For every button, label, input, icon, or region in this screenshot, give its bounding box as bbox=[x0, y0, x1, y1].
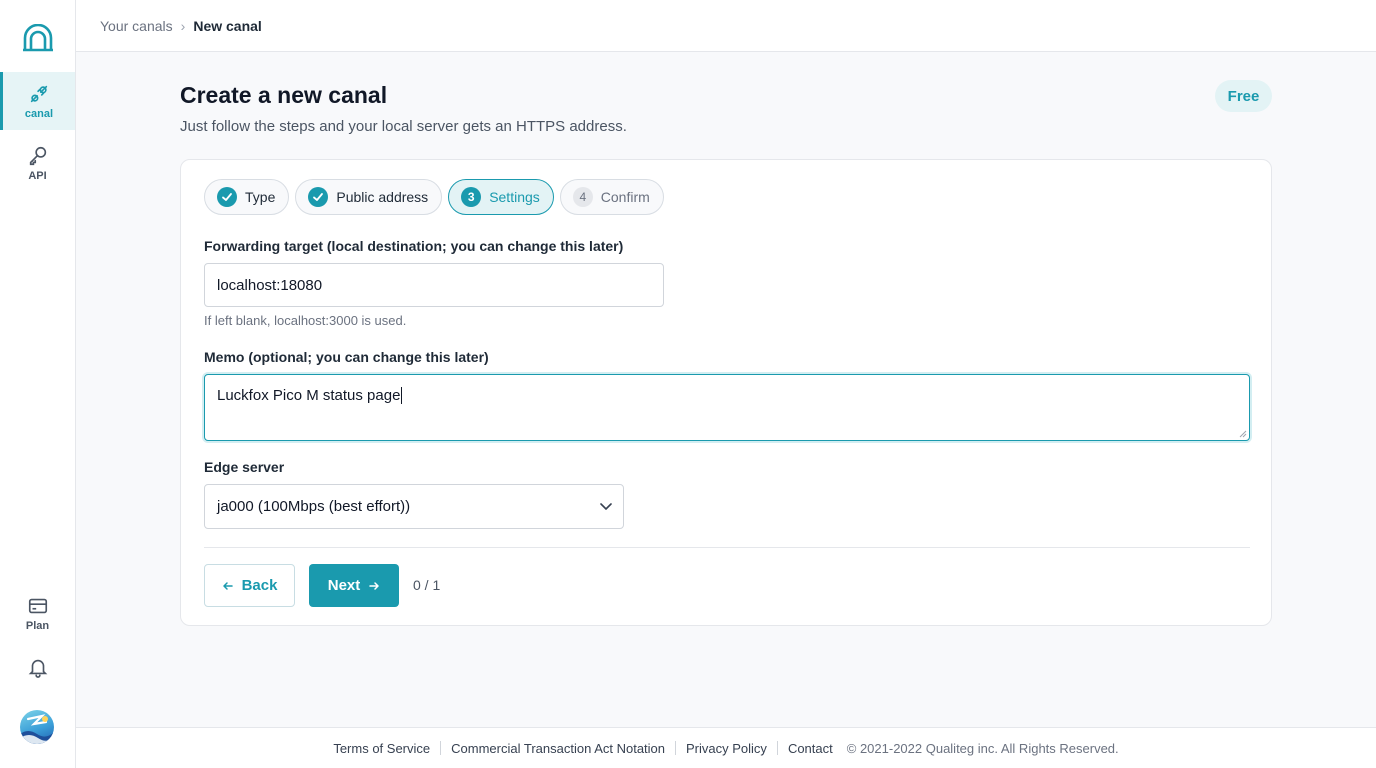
forwarding-target-value: localhost:18080 bbox=[217, 276, 323, 294]
arrow-left-icon bbox=[222, 581, 233, 590]
back-button-label: Back bbox=[241, 577, 278, 594]
chevron-down-icon bbox=[600, 503, 612, 510]
memo-value: Luckfox Pico M status page bbox=[217, 387, 401, 404]
wizard-card: Type Public address 3 Settings 4 Confirm… bbox=[180, 159, 1272, 626]
back-button[interactable]: Back bbox=[204, 564, 295, 607]
footer-contact-link[interactable]: Contact bbox=[788, 741, 833, 756]
check-icon bbox=[217, 187, 237, 207]
sidebar-item-canal[interactable]: canal bbox=[0, 72, 75, 130]
next-button[interactable]: Next bbox=[309, 564, 399, 607]
step-type[interactable]: Type bbox=[204, 179, 290, 215]
sidebar-item-label: Plan bbox=[25, 619, 50, 632]
chevron-right-icon: › bbox=[180, 17, 186, 34]
sidebar: canal API Plan bbox=[0, 0, 76, 768]
footer-divider bbox=[440, 741, 442, 755]
edge-server-value: ja000 (100Mbps (best effort)) bbox=[217, 498, 411, 515]
resize-handle-icon[interactable] bbox=[1239, 430, 1247, 438]
step-label: Settings bbox=[489, 189, 540, 205]
breadcrumb: Your canals › New canal bbox=[76, 0, 1376, 52]
key-icon bbox=[29, 146, 46, 165]
edge-server-select[interactable]: ja000 (100Mbps (best effort)) bbox=[204, 484, 624, 529]
breadcrumb-current: New canal bbox=[193, 17, 262, 34]
breadcrumb-your-canals[interactable]: Your canals bbox=[100, 18, 173, 34]
text-caret bbox=[401, 387, 403, 404]
tunnel-arch-icon[interactable] bbox=[22, 24, 54, 52]
check-icon bbox=[308, 187, 329, 207]
step-number: 3 bbox=[461, 187, 482, 207]
page-subtitle: Just follow the steps and your local ser… bbox=[180, 118, 627, 135]
sidebar-item-label: canal bbox=[24, 107, 54, 120]
forwarding-target-label: Forwarding target (local destination; yo… bbox=[204, 238, 624, 254]
divider bbox=[204, 547, 1250, 548]
footer-commercial-act-link[interactable]: Commercial Transaction Act Notation bbox=[451, 741, 665, 756]
arrow-right-icon bbox=[369, 581, 379, 590]
stepper: Type Public address 3 Settings 4 Confirm bbox=[204, 179, 664, 215]
page-title: Create a new canal bbox=[180, 82, 388, 108]
forwarding-target-help: If left blank, localhost:3000 is used. bbox=[204, 313, 407, 328]
step-label: Public address bbox=[336, 189, 429, 205]
memo-textarea[interactable]: Luckfox Pico M status page bbox=[204, 374, 1250, 441]
footer: Terms of Service Commercial Transaction … bbox=[76, 727, 1376, 768]
footer-terms-link[interactable]: Terms of Service bbox=[333, 741, 430, 756]
step-label: Type bbox=[245, 189, 276, 205]
footer-copyright: © 2021-2022 Qualiteg inc. All Rights Res… bbox=[846, 740, 1119, 756]
plan-badge: Free bbox=[1215, 80, 1272, 112]
memo-label: Memo (optional; you can change this late… bbox=[204, 349, 489, 365]
footer-divider bbox=[776, 741, 778, 755]
step-confirm[interactable]: 4 Confirm bbox=[559, 179, 664, 215]
link-plug-icon bbox=[30, 85, 48, 102]
sidebar-item-label: API bbox=[28, 169, 47, 182]
step-public-address[interactable]: Public address bbox=[295, 179, 443, 215]
step-label: Confirm bbox=[600, 189, 650, 205]
bell-icon[interactable] bbox=[27, 656, 49, 678]
credit-card-icon bbox=[28, 598, 47, 613]
footer-divider bbox=[675, 741, 677, 755]
forwarding-target-input[interactable]: localhost:18080 bbox=[204, 263, 664, 307]
sidebar-item-api[interactable]: API bbox=[0, 134, 75, 192]
user-avatar-icon[interactable] bbox=[20, 710, 54, 744]
step-number: 4 bbox=[572, 187, 593, 207]
sidebar-item-plan[interactable]: Plan bbox=[0, 584, 75, 642]
progress-counter: 0 / 1 bbox=[413, 577, 441, 593]
edge-server-label: Edge server bbox=[204, 459, 285, 475]
step-settings[interactable]: 3 Settings bbox=[448, 179, 554, 215]
footer-privacy-link[interactable]: Privacy Policy bbox=[686, 741, 767, 756]
next-button-label: Next bbox=[327, 577, 361, 594]
